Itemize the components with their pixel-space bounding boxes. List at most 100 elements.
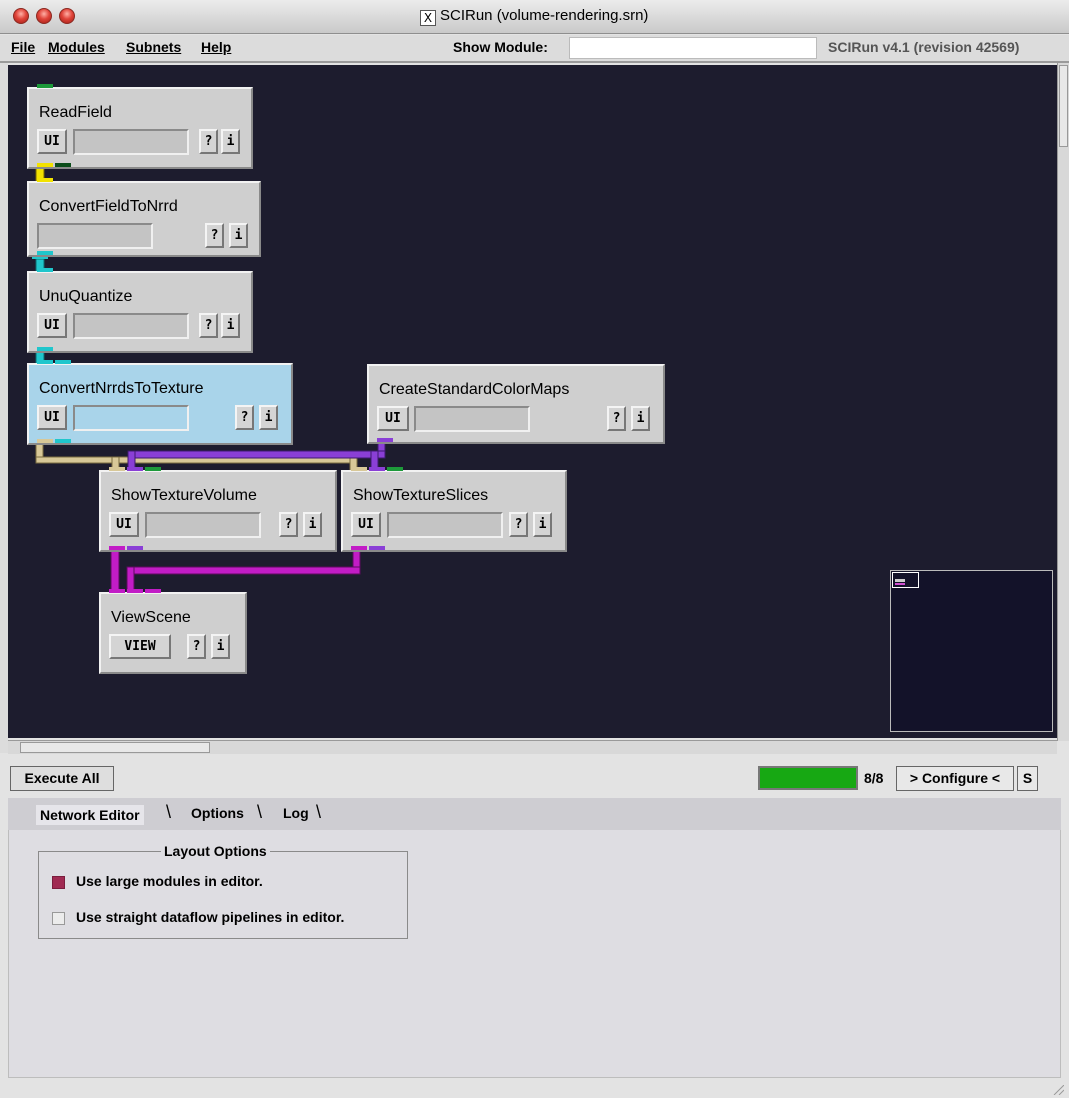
input-port[interactable]: [37, 360, 53, 364]
execute-all-button[interactable]: Execute All: [10, 766, 114, 791]
info-button[interactable]: i: [211, 634, 230, 659]
view-button[interactable]: VIEW: [109, 634, 171, 659]
module-title: ConvertNrrdsToTexture: [39, 380, 204, 397]
tab-separator: \: [257, 802, 263, 822]
menu-modules[interactable]: Modules: [48, 39, 105, 55]
close-window-icon[interactable]: [13, 8, 29, 24]
window-title: X SCIRun (volume-rendering.srn): [420, 7, 648, 26]
show-module-input[interactable]: [569, 37, 817, 59]
canvas-horizontal-scrollbar[interactable]: [8, 740, 1057, 754]
module-title: ViewScene: [111, 609, 191, 626]
menu-file[interactable]: File: [11, 39, 35, 55]
module-createstandardcolormaps[interactable]: CreateStandardColorMaps UI ? i: [367, 364, 665, 444]
module-showtexturevolume[interactable]: ShowTextureVolume UI ? i: [99, 467, 337, 552]
help-button[interactable]: ?: [235, 405, 254, 430]
help-button[interactable]: ?: [509, 512, 528, 537]
module-status-bar: [37, 223, 153, 249]
tab-separator: \: [166, 802, 172, 822]
output-port[interactable]: [37, 163, 53, 167]
zoom-window-icon[interactable]: [59, 8, 75, 24]
output-port[interactable]: [369, 546, 385, 550]
x11-icon: X: [420, 10, 436, 26]
input-port[interactable]: [127, 589, 143, 593]
minimap-modules: [895, 579, 905, 582]
canvas-vertical-scrollbar[interactable]: [1057, 63, 1069, 741]
ui-button[interactable]: UI: [37, 405, 67, 430]
info-button[interactable]: i: [631, 406, 650, 431]
input-port[interactable]: [37, 268, 53, 272]
ui-button[interactable]: UI: [377, 406, 409, 431]
resize-grip-icon[interactable]: [1052, 1085, 1064, 1095]
window-titlebar: X SCIRun (volume-rendering.srn): [0, 0, 1069, 34]
input-port[interactable]: [127, 467, 143, 471]
ui-button[interactable]: UI: [109, 512, 139, 537]
straight-pipelines-checkbox[interactable]: [52, 912, 65, 925]
input-port[interactable]: [37, 84, 53, 88]
module-viewscene[interactable]: ViewScene VIEW ? i: [99, 589, 247, 674]
help-button[interactable]: ?: [279, 512, 298, 537]
scrollbar-thumb[interactable]: [1059, 65, 1068, 147]
module-title: CreateStandardColorMaps: [379, 381, 570, 398]
info-button[interactable]: i: [221, 129, 240, 154]
output-port[interactable]: [37, 347, 53, 351]
info-button[interactable]: i: [533, 512, 552, 537]
s-button[interactable]: S: [1017, 766, 1038, 791]
input-port[interactable]: [55, 360, 71, 364]
tab-network-editor[interactable]: Network Editor: [36, 805, 144, 825]
input-port[interactable]: [145, 467, 161, 471]
execution-progress-bar: [758, 766, 858, 790]
info-button[interactable]: i: [259, 405, 278, 430]
module-title: ConvertFieldToNrrd: [39, 198, 178, 215]
module-status-bar: [145, 512, 261, 538]
info-button[interactable]: i: [221, 313, 240, 338]
help-button[interactable]: ?: [607, 406, 626, 431]
input-port[interactable]: [387, 467, 403, 471]
output-port[interactable]: [55, 439, 71, 443]
ui-button[interactable]: UI: [37, 129, 67, 154]
menu-subnets[interactable]: Subnets: [126, 39, 181, 55]
output-port[interactable]: [127, 546, 143, 550]
tab-log[interactable]: Log: [283, 805, 309, 821]
layout-options-group: [38, 851, 408, 939]
scrollbar-thumb[interactable]: [20, 742, 210, 753]
info-button[interactable]: i: [229, 223, 248, 248]
network-minimap[interactable]: [890, 570, 1053, 732]
output-port[interactable]: [109, 546, 125, 550]
configure-button[interactable]: > Configure <: [896, 766, 1014, 791]
module-showtextureslices[interactable]: ShowTextureSlices UI ? i: [341, 467, 567, 552]
menubar: File Modules Subnets Help Show Module: S…: [0, 35, 1069, 63]
input-port[interactable]: [145, 589, 161, 593]
large-modules-checkbox[interactable]: [52, 876, 65, 889]
menu-help[interactable]: Help: [201, 39, 231, 55]
output-port[interactable]: [37, 251, 53, 255]
network-canvas[interactable]: ReadField UI ? i ConvertFieldToNrrd ? i …: [8, 65, 1057, 738]
ui-button[interactable]: UI: [37, 313, 67, 338]
info-button[interactable]: i: [303, 512, 322, 537]
module-status-bar: [387, 512, 503, 538]
help-button[interactable]: ?: [205, 223, 224, 248]
pipe-geometry[interactable]: [110, 546, 361, 595]
module-convertfieldtonrrd[interactable]: ConvertFieldToNrrd ? i: [27, 178, 261, 257]
output-port[interactable]: [351, 546, 367, 550]
help-button[interactable]: ?: [199, 313, 218, 338]
output-port[interactable]: [377, 438, 393, 442]
input-port[interactable]: [109, 467, 125, 471]
input-port[interactable]: [351, 467, 367, 471]
straight-pipelines-label: Use straight dataflow pipelines in edito…: [76, 909, 345, 925]
tab-options[interactable]: Options: [191, 805, 244, 821]
module-unuquantize[interactable]: UnuQuantize UI ? i: [27, 268, 253, 353]
module-readfield[interactable]: ReadField UI ? i: [27, 84, 253, 169]
help-button[interactable]: ?: [187, 634, 206, 659]
help-button[interactable]: ?: [199, 129, 218, 154]
ui-button[interactable]: UI: [351, 512, 381, 537]
large-modules-label: Use large modules in editor.: [76, 873, 263, 889]
output-port[interactable]: [55, 163, 71, 167]
module-convertnrrdstotexture[interactable]: ConvertNrrdsToTexture UI ? i: [27, 360, 293, 445]
output-port[interactable]: [37, 439, 53, 443]
module-status-bar: [73, 405, 189, 431]
input-port[interactable]: [369, 467, 385, 471]
input-port[interactable]: [109, 589, 125, 593]
input-port[interactable]: [37, 178, 53, 182]
minimize-window-icon[interactable]: [36, 8, 52, 24]
progress-count: 8/8: [864, 770, 884, 786]
